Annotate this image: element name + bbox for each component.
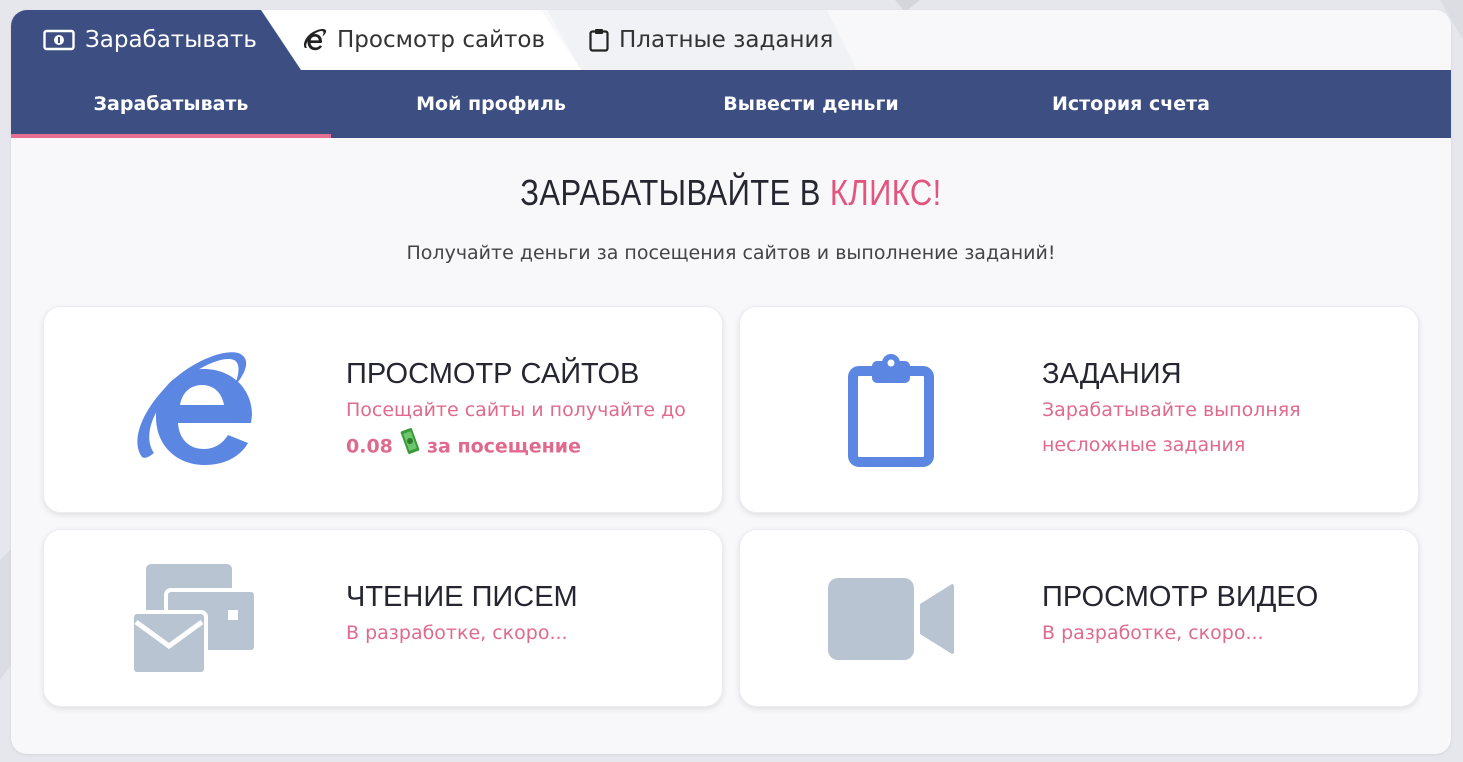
subnav-item-history[interactable]: История счета xyxy=(971,70,1291,138)
card-view-sites[interactable]: ПРОСМОТР САЙТОВ Посещайте сайты и получа… xyxy=(43,306,723,513)
page-subtitle: Получайте деньги за посещения сайтов и в… xyxy=(406,242,1056,264)
card-description-line2: несложные задания xyxy=(1042,434,1246,456)
subnav-item-withdraw[interactable]: Вывести деньги xyxy=(651,70,971,138)
tab-earn[interactable]: Зарабатывать xyxy=(11,10,301,70)
card-description: Посещайте сайты и получайте до xyxy=(346,399,686,421)
reward-tail: за посещение xyxy=(426,435,582,458)
tab-label: Просмотр сайтов xyxy=(337,27,546,53)
internet-explorer-icon xyxy=(136,351,254,471)
card-title: ЧТЕНИЕ ПИСЕМ xyxy=(346,581,578,613)
card-title: ПРОСМОТР ВИДЕО xyxy=(1042,581,1319,613)
card-title: ЗАДАНИЯ xyxy=(1042,358,1182,390)
card-text: ПРОСМОТР ВИДЕО В разработке, скоро... xyxy=(1042,578,1318,651)
sub-navigation: Зарабатывать Мой профиль Вывести деньги … xyxy=(11,70,1451,138)
subnav-item-profile[interactable]: Мой профиль xyxy=(331,70,651,138)
card-description: В разработке, скоро... xyxy=(346,622,568,644)
subnav-label: История счета xyxy=(1052,93,1210,115)
headline-text: ЗАРАБАТЫВАЙТЕ В xyxy=(520,172,830,213)
tab-paid-tasks[interactable]: Платные задания xyxy=(547,10,857,70)
page-headline: ЗАРАБАТЫВАЙТЕ В КЛИКС! xyxy=(112,172,1350,214)
top-tab-bar: Платные задания Просмотр сайтов Зарабаты… xyxy=(11,10,1451,70)
subnav-label: Вывести деньги xyxy=(723,93,899,115)
card-title: ПРОСМОТР САЙТОВ xyxy=(346,358,640,390)
tab-label: Платные задания xyxy=(619,27,834,53)
tab-label: Зарабатывать xyxy=(85,27,257,53)
card-tasks[interactable]: ЗАДАНИЯ Зарабатывайте выполняя несложные… xyxy=(739,306,1419,513)
reward-amount: 0.08 xyxy=(346,435,393,458)
subnav-item-earn[interactable]: Зарабатывать xyxy=(11,70,331,138)
card-text: ЗАДАНИЯ Зарабатывайте выполняя несложные… xyxy=(1042,355,1301,463)
subnav-label: Мой профиль xyxy=(416,93,566,115)
subnav-label: Зарабатывать xyxy=(93,93,249,115)
main-panel: Платные задания Просмотр сайтов Зарабаты… xyxy=(11,10,1451,754)
headline-accent: КЛИКС! xyxy=(829,172,942,213)
tab-view-sites[interactable]: Просмотр сайтов xyxy=(263,10,581,70)
clipboard-icon xyxy=(848,353,934,471)
envelopes-icon xyxy=(130,562,260,680)
card-description: В разработке, скоро... xyxy=(1042,622,1264,644)
card-watch-video[interactable]: ПРОСМОТР ВИДЕО В разработке, скоро... xyxy=(739,529,1419,707)
card-text: ПРОСМОТР САЙТОВ Посещайте сайты и получа… xyxy=(346,355,686,466)
card-read-emails[interactable]: ЧТЕНИЕ ПИСЕМ В разработке, скоро... xyxy=(43,529,723,707)
video-camera-icon xyxy=(826,576,956,666)
internet-explorer-icon xyxy=(301,27,327,53)
card-text: ЧТЕНИЕ ПИСЕМ В разработке, скоро... xyxy=(346,578,578,651)
card-description: Зарабатывайте выполняя xyxy=(1042,399,1301,421)
money-icon xyxy=(43,29,75,51)
clipboard-icon xyxy=(589,28,609,52)
money-icon xyxy=(399,428,421,466)
card-reward: 0.08 за посещение xyxy=(346,428,686,466)
